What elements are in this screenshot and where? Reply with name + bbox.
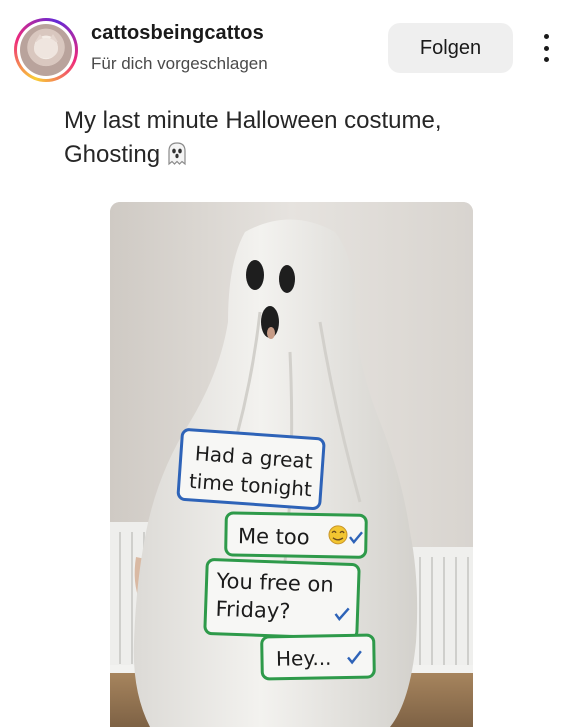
message-3-line-1: You free on	[215, 569, 334, 597]
post-caption: My last minute Halloween costume, Ghosti…	[64, 104, 534, 176]
post-photo[interactable]: Had a great time tonight Me too You free…	[110, 202, 473, 727]
avatar[interactable]	[14, 18, 78, 82]
suggested-label: Für dich vorgeschlagen	[91, 54, 268, 73]
post-header: cattosbeingcattos Für dich vorgeschlagen…	[0, 0, 582, 100]
more-options-icon[interactable]	[532, 30, 560, 66]
ghost-emoji-icon	[164, 140, 190, 176]
message-2-text: Me too	[238, 524, 310, 549]
avatar-image	[20, 24, 72, 76]
follow-button[interactable]: Folgen	[388, 23, 513, 73]
ghost-costume-image: Had a great time tonight Me too You free…	[110, 202, 473, 727]
message-4-text: Hey...	[276, 646, 332, 671]
username[interactable]: cattosbeingcattos	[91, 22, 264, 45]
message-3-line-2: Friday?	[215, 597, 291, 624]
caption-text: My last minute Halloween costume, Ghosti…	[64, 107, 442, 168]
